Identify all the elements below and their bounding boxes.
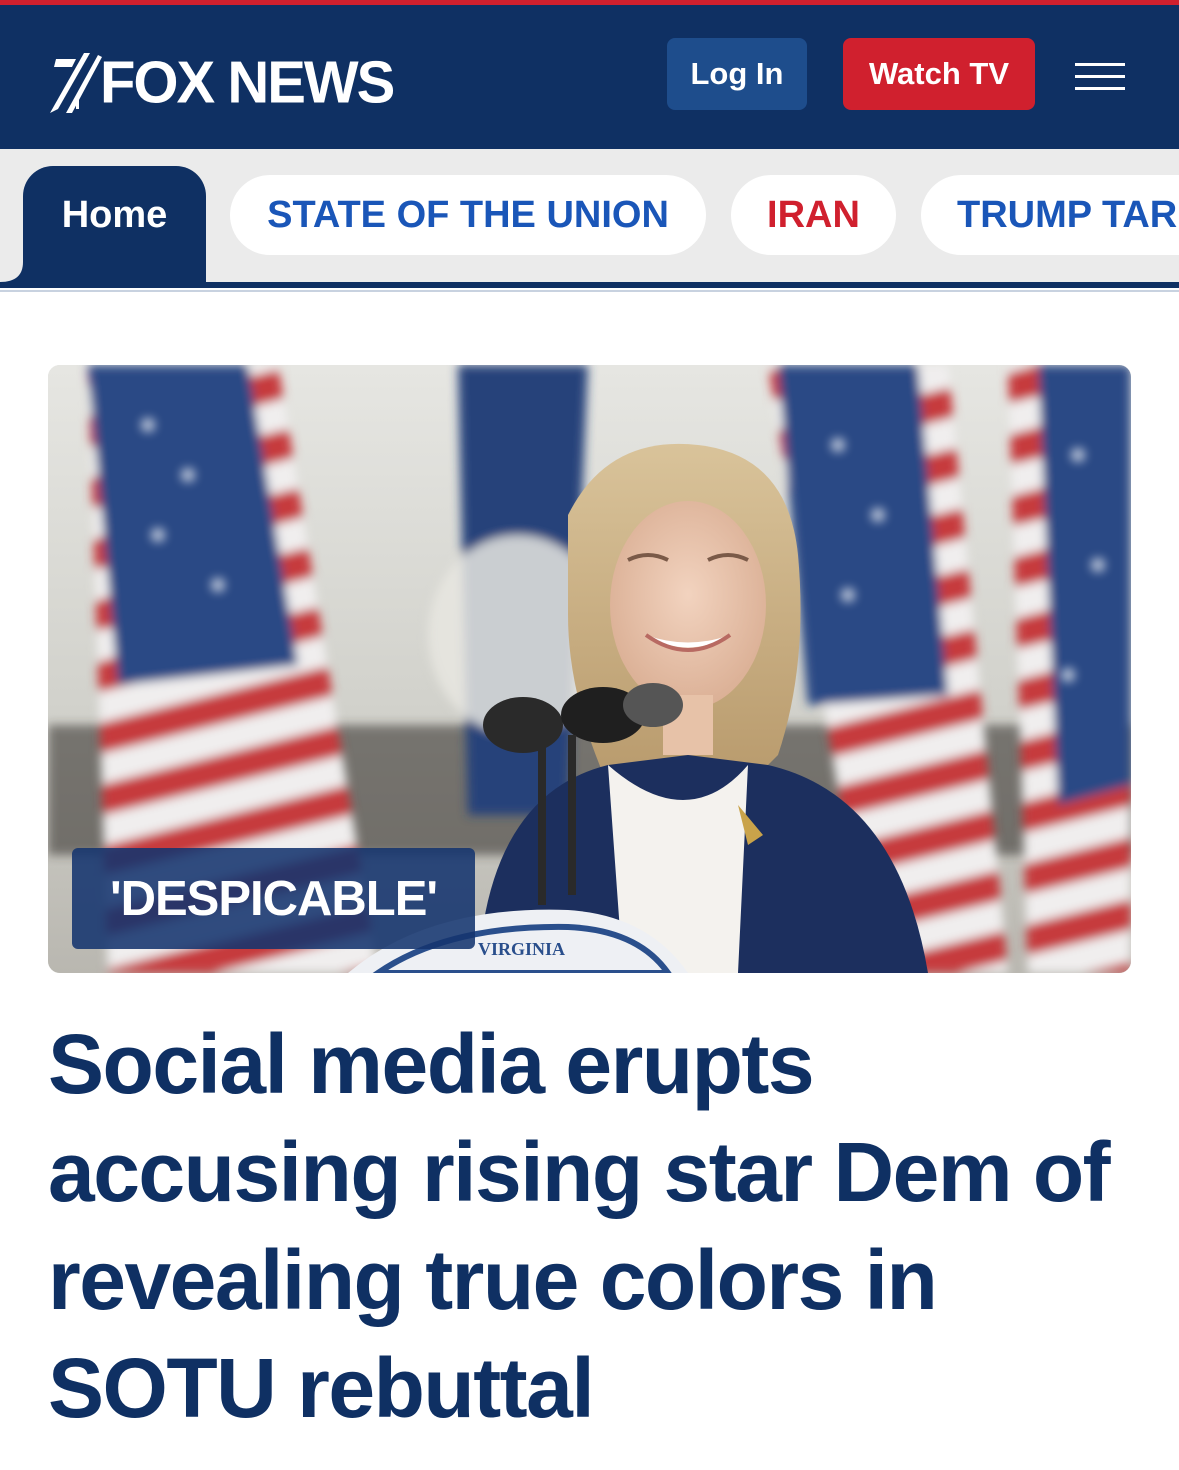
section-nav: Home STATE OF THE UNION IRAN TRUMP TAR — [0, 149, 1179, 282]
login-button[interactable]: Log In — [667, 38, 807, 110]
tab-home[interactable]: Home — [23, 166, 206, 282]
site-header: FOX NEWS Log In Watch TV — [0, 5, 1179, 149]
fox-news-logo[interactable]: FOX NEWS — [46, 47, 395, 119]
tab-state-of-the-union[interactable]: STATE OF THE UNION — [230, 175, 706, 255]
tab-iran[interactable]: IRAN — [731, 175, 896, 255]
podium-seal-text: VIRGINIA — [478, 939, 565, 959]
story-headline[interactable]: Social media erupts accusing rising star… — [48, 1010, 1148, 1442]
tab-trump-tariffs[interactable]: TRUMP TAR — [921, 175, 1179, 255]
story-tag-badge[interactable]: 'DESPICABLE' — [72, 848, 475, 949]
logo-wordmark: FOX NEWS — [100, 49, 395, 116]
watch-tv-button[interactable]: Watch TV — [843, 38, 1035, 110]
nav-divider — [0, 282, 1179, 288]
nav-divider-light — [0, 290, 1179, 292]
hamburger-menu-icon[interactable] — [1075, 63, 1127, 91]
home-tab-corner — [0, 262, 23, 282]
fox-logo-mark-icon — [50, 53, 102, 113]
